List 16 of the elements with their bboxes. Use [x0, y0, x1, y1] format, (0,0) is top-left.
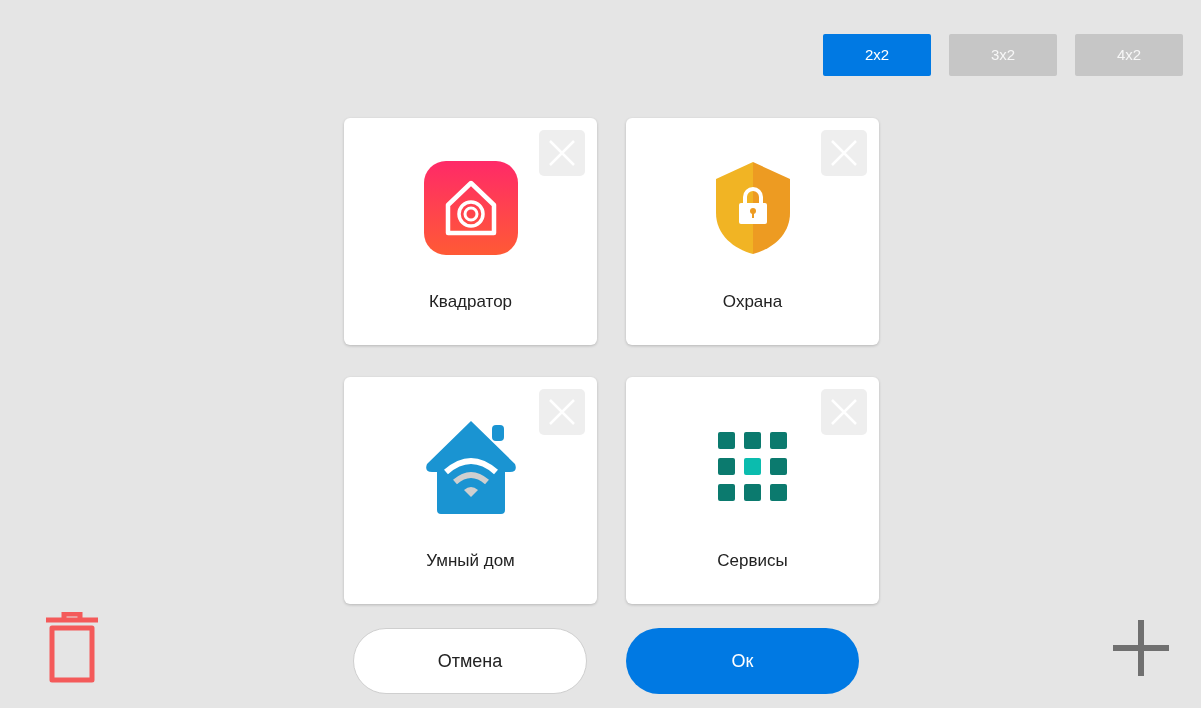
- app-card[interactable]: Сервисы: [626, 377, 879, 604]
- app-label: Умный дом: [426, 550, 515, 572]
- ok-button[interactable]: Ок: [626, 628, 859, 694]
- app-card[interactable]: Умный дом: [344, 377, 597, 604]
- cancel-button[interactable]: Отмена: [353, 628, 587, 694]
- layout-tab[interactable]: 2x2: [823, 34, 931, 76]
- app-label: Сервисы: [717, 550, 788, 572]
- wifi-house-icon: [423, 420, 518, 514]
- plus-icon[interactable]: [1113, 620, 1169, 676]
- grid-icon: [717, 432, 788, 502]
- app-label: Охрана: [722, 291, 783, 313]
- app-card[interactable]: Охрана: [626, 118, 879, 345]
- app-card[interactable]: Квадратор: [344, 118, 597, 345]
- app-label: Квадратор: [428, 291, 513, 313]
- trash-icon[interactable]: [44, 612, 100, 683]
- camera-house-icon: [423, 161, 518, 255]
